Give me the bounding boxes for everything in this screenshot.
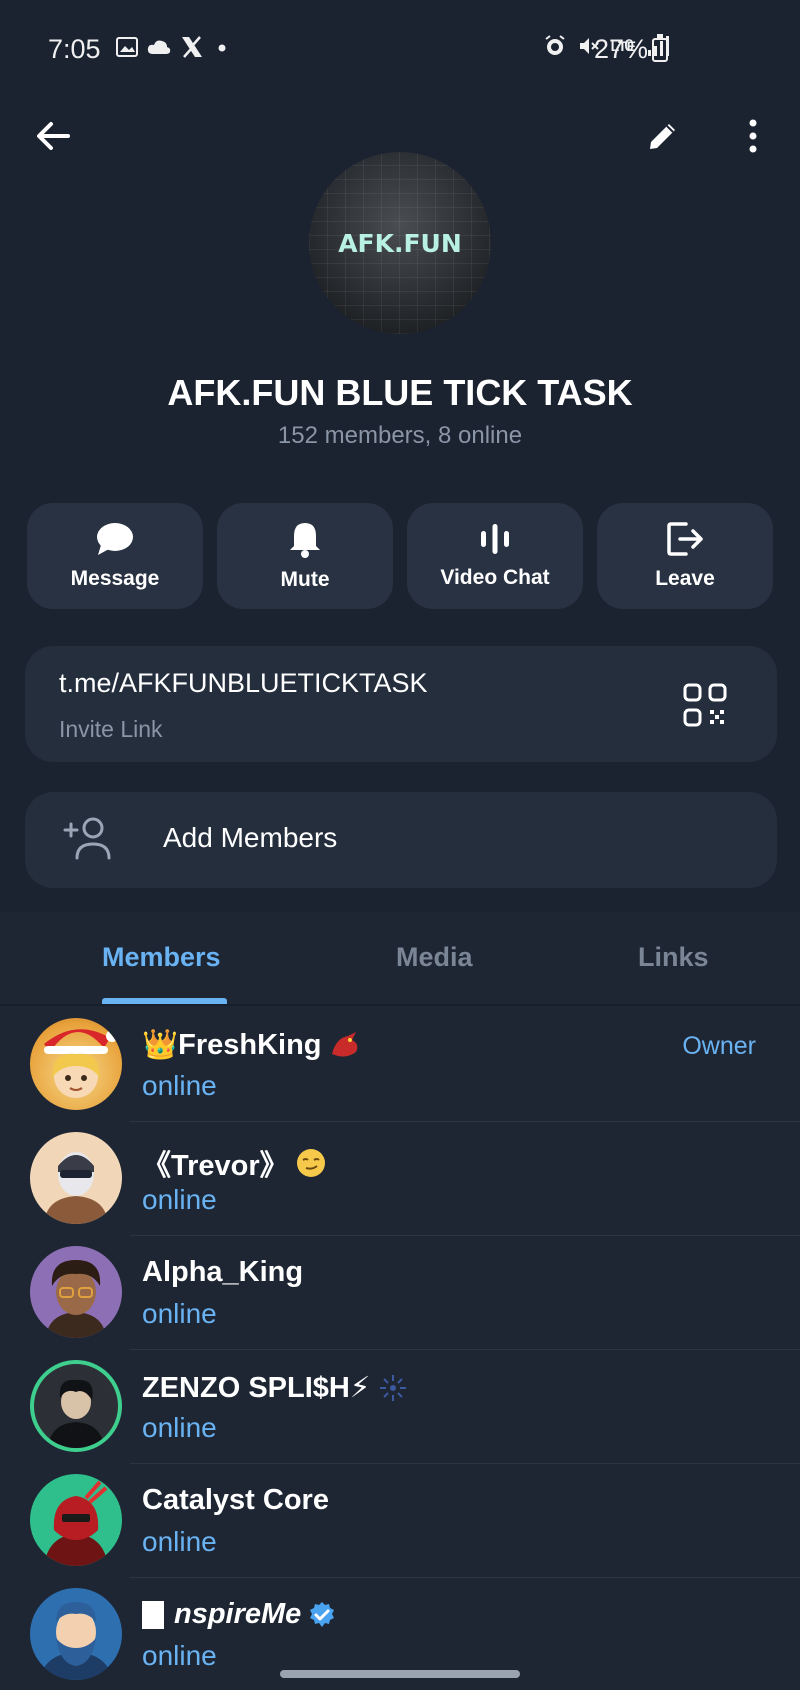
- mute-button[interactable]: Mute: [217, 503, 393, 609]
- unsupported-glyph-icon: [142, 1600, 164, 1629]
- sparkle-emoji-icon: [380, 1374, 407, 1401]
- group-title: AFK.FUN BLUE TICK TASK: [167, 372, 633, 413]
- cloud-icon: [147, 40, 171, 54]
- verified-badge-icon: [310, 1601, 335, 1627]
- edit-button[interactable]: [640, 113, 686, 159]
- member-role-badge: Owner: [682, 1032, 756, 1060]
- tab-active-indicator: [102, 998, 227, 1004]
- avatar: [30, 1246, 122, 1338]
- invite-link-label: Invite Link: [59, 716, 163, 742]
- arrow-left-icon: [37, 122, 70, 150]
- home-indicator[interactable]: [280, 1670, 520, 1678]
- member-name: Alpha_King: [142, 1256, 303, 1289]
- avatar: [30, 1474, 122, 1566]
- mute-button-label: Mute: [280, 568, 330, 591]
- group-avatar[interactable]: AFK.FUN: [309, 152, 491, 334]
- battery-percent: 27%: [594, 34, 649, 64]
- tab-links[interactable]: Links: [638, 942, 709, 973]
- message-button[interactable]: Message: [27, 503, 203, 609]
- zenzo-avatar-art: [48, 1379, 104, 1448]
- more-vertical-icon: [749, 119, 757, 153]
- member-name: Catalyst Core: [142, 1484, 329, 1517]
- member-name-text: Alpha_King: [142, 1256, 304, 1288]
- member-name-text: nspireMe: [174, 1598, 302, 1630]
- tab-members[interactable]: Members: [102, 942, 221, 973]
- profile-tabs: Members Media Links: [0, 912, 800, 1006]
- member-status: online: [142, 1412, 217, 1443]
- image-icon: [116, 37, 138, 57]
- alpha-king-avatar-art: [46, 1260, 106, 1338]
- action-buttons-row: Message Mute Video Chat Leave: [27, 503, 773, 609]
- add-members-button[interactable]: Add Members: [25, 792, 777, 888]
- member-status: online: [142, 1298, 217, 1329]
- member-name-text: 《Trevor》: [142, 1150, 289, 1182]
- leave-button[interactable]: Leave: [597, 503, 773, 609]
- avatar: [30, 1360, 122, 1452]
- bell-icon: [290, 523, 320, 558]
- alarm-icon: [544, 35, 565, 55]
- freshking-avatar-art: [44, 1029, 118, 1098]
- members-list: 👑FreshKing online Owner 《Trevor》 online: [0, 1008, 800, 1690]
- tab-media[interactable]: Media: [396, 942, 473, 973]
- back-button[interactable]: [30, 113, 76, 159]
- battery-icon: [652, 34, 668, 62]
- add-user-icon: [63, 817, 111, 860]
- dragon-emoji-icon: [331, 1032, 357, 1057]
- member-row[interactable]: 👑FreshKing online Owner: [0, 1008, 800, 1122]
- pencil-icon: [650, 124, 675, 149]
- avatar: [30, 1588, 122, 1680]
- video-chat-button[interactable]: Video Chat: [407, 503, 583, 609]
- qr-code-button[interactable]: [682, 682, 728, 728]
- leave-button-label: Leave: [655, 567, 715, 590]
- dot-icon: [218, 44, 226, 52]
- smirk-emoji-icon: [296, 1149, 325, 1177]
- member-name-text: ZENZO SPLI$H⚡: [142, 1372, 371, 1404]
- add-members-label: Add Members: [163, 822, 338, 853]
- member-name: 《Trevor》: [142, 1142, 327, 1184]
- member-row[interactable]: Catalyst Core online: [0, 1464, 800, 1578]
- status-bar: 7:05 LTE 27%: [0, 0, 800, 100]
- member-row[interactable]: Alpha_King online: [0, 1236, 800, 1350]
- member-row[interactable]: ZENZO SPLI$H⚡ online: [0, 1350, 800, 1464]
- message-button-label: Message: [70, 567, 160, 590]
- invite-link-card[interactable]: t.me/AFKFUNBLUETICKTASK Invite Link: [25, 646, 777, 762]
- invite-link-url[interactable]: t.me/AFKFUNBLUETICKTASK: [59, 668, 428, 699]
- inspireme-avatar-art: [40, 1602, 112, 1680]
- leave-icon: [667, 522, 703, 556]
- trevor-avatar-art: [44, 1152, 108, 1224]
- group-avatar-logo-text: AFK.FUN: [338, 228, 462, 258]
- video-chat-icon: [481, 524, 509, 554]
- message-icon: [97, 523, 133, 555]
- status-time: 7:05: [48, 34, 101, 64]
- catalyst-core-avatar-art: [44, 1480, 108, 1566]
- member-status: online: [142, 1640, 217, 1671]
- member-name-text: Catalyst Core: [142, 1484, 329, 1516]
- x-logo-icon: [182, 36, 202, 58]
- member-name: ZENZO SPLI$H⚡: [142, 1370, 410, 1405]
- member-row[interactable]: 《Trevor》 online: [0, 1122, 800, 1236]
- status-notification-icons: [116, 36, 232, 58]
- member-name: 👑FreshKing: [142, 1028, 362, 1062]
- more-options-button[interactable]: [730, 113, 776, 159]
- avatar: [30, 1018, 122, 1110]
- video-chat-button-label: Video Chat: [440, 566, 550, 589]
- group-member-count: 152 members, 8 online: [277, 422, 523, 449]
- qr-code-icon: [683, 683, 727, 727]
- member-status: online: [142, 1184, 217, 1215]
- member-status: online: [142, 1526, 217, 1557]
- avatar: [30, 1132, 122, 1224]
- member-status: online: [142, 1070, 217, 1101]
- member-name: nspireMe: [142, 1598, 337, 1631]
- member-name-text: 👑FreshKing: [142, 1029, 322, 1061]
